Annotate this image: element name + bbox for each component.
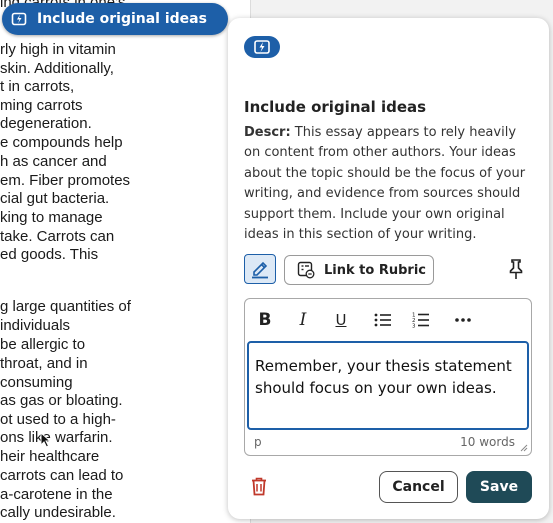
highlight-pen-button[interactable]: [244, 254, 276, 284]
ai-spark-badge-icon: [244, 36, 280, 58]
delete-trash-icon[interactable]: [250, 476, 268, 496]
bulleted-list-button[interactable]: [372, 310, 394, 330]
link-to-rubric-label: Link to Rubric: [324, 262, 426, 278]
document-line: e compounds help: [0, 134, 123, 151]
svg-text:3: 3: [412, 324, 416, 330]
more-options-button[interactable]: [452, 310, 474, 330]
document-line: ot used to a high-: [0, 411, 116, 428]
cancel-button[interactable]: Cancel: [379, 471, 458, 503]
document-line: cally undesirable.: [0, 504, 116, 521]
include-original-ideas-pill[interactable]: Include original ideas: [2, 3, 228, 35]
panel-description: Descr: This essay appears to rely heavil…: [244, 123, 536, 245]
document-text: ing carrots in one'srly high in vitamin …: [0, 0, 251, 523]
document-line: as gas or bloating.: [0, 392, 123, 409]
element-path: p: [254, 435, 262, 449]
editor-toolbar: B I U 1 2 3: [245, 299, 531, 341]
resize-grip-icon[interactable]: [520, 444, 528, 452]
more-icon: [455, 318, 471, 322]
ai-spark-icon: [10, 10, 28, 28]
document-line: cial gut bacteria.: [0, 190, 110, 207]
document-line: degeneration.: [0, 115, 92, 132]
numbered-list-button[interactable]: 1 2 3: [410, 310, 432, 330]
document-line: skin. Additionally,: [0, 60, 114, 77]
document-line: consuming: [0, 374, 73, 391]
document-line: t in carrots,: [0, 78, 75, 95]
document-line: king to manage: [0, 209, 103, 226]
numbered-list-icon: 1 2 3: [412, 313, 429, 330]
document-line: ed goods. This: [0, 246, 99, 263]
underline-button[interactable]: U: [330, 310, 352, 330]
word-count: 10 words: [460, 435, 515, 449]
pin-icon[interactable]: [506, 258, 526, 280]
save-button[interactable]: Save: [466, 471, 532, 503]
link-to-rubric-button[interactable]: Link to Rubric: [284, 255, 434, 285]
bulleted-list-icon: [374, 313, 391, 327]
description-label: Descr:: [244, 125, 291, 140]
document-line: carrots can lead to: [0, 467, 124, 484]
description-text: This essay appears to rely heavily on co…: [244, 125, 526, 243]
mouse-cursor-icon: [40, 431, 52, 453]
document-line: individuals: [0, 317, 71, 334]
document-line: em. Fiber promotes: [0, 172, 131, 189]
document-line: be allergic to: [0, 336, 86, 353]
comment-text-area[interactable]: Remember, your thesis statement should f…: [247, 341, 529, 430]
pen-icon: [252, 261, 268, 279]
pill-label: Include original ideas: [37, 11, 207, 27]
feedback-panel: Include original ideas Descr: This essay…: [228, 18, 549, 519]
document-line: rly high in vitamin: [0, 41, 116, 58]
document-line: throat, and in: [0, 355, 88, 372]
comment-editor: B I U 1 2 3 Remember, your thesis statem…: [244, 298, 532, 456]
bold-button[interactable]: B: [254, 310, 276, 330]
document-line: h as cancer and: [0, 153, 107, 170]
italic-button[interactable]: I: [292, 310, 314, 330]
document-line: take. Carrots can: [0, 228, 115, 245]
document-line: ming carrots: [0, 97, 83, 114]
document-line: g large quantities of: [0, 298, 131, 315]
document-line: a-carotene in the: [0, 486, 113, 503]
panel-title: Include original ideas: [244, 98, 427, 116]
rubric-link-icon: [297, 261, 315, 279]
document-line: ons like warfarin.: [0, 429, 113, 446]
